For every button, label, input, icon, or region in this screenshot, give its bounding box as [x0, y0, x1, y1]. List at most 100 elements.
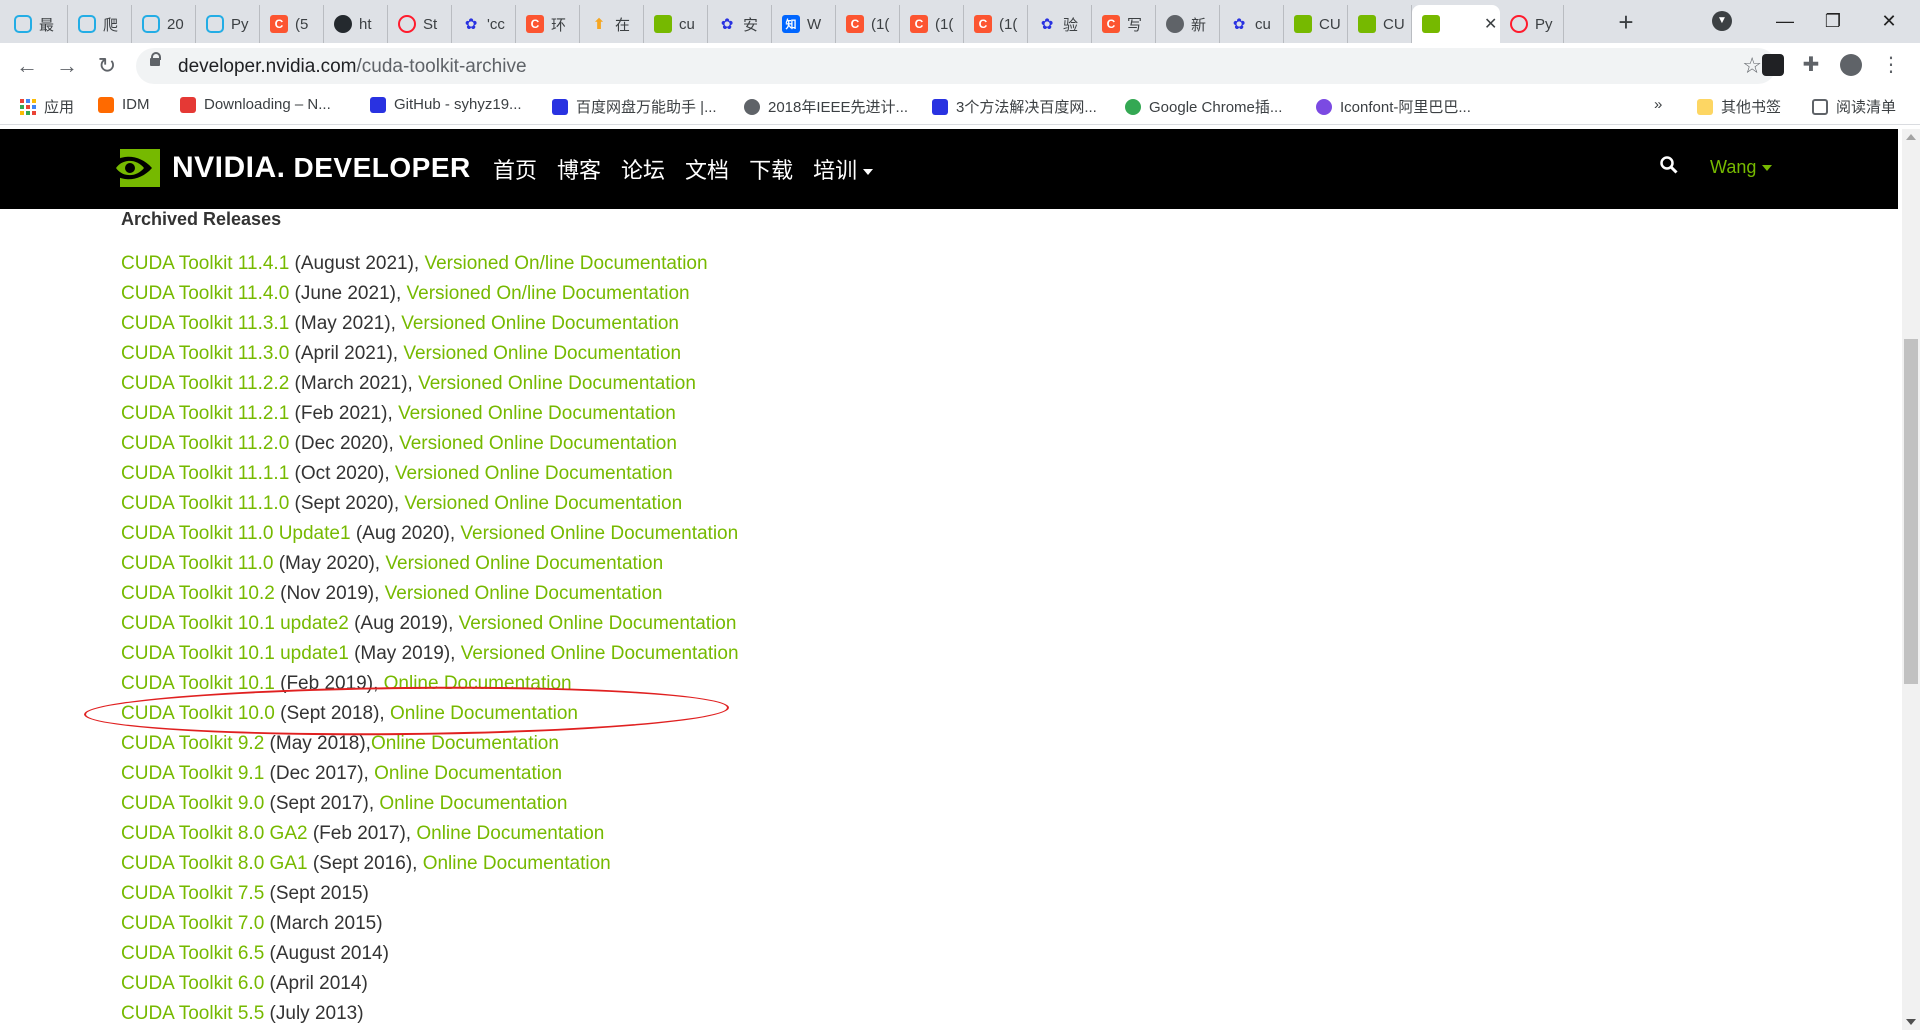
nav-training[interactable]: 培训: [813, 153, 874, 185]
nav-forum[interactable]: 论坛: [621, 153, 665, 185]
documentation-link[interactable]: Versioned Online Documentation: [385, 583, 663, 604]
lock-icon[interactable]: [150, 52, 161, 66]
toolkit-link[interactable]: CUDA Toolkit 6.5: [121, 943, 264, 964]
reading-list-button[interactable]: 阅读清单: [1812, 96, 1896, 117]
browser-tab[interactable]: C (5: [260, 5, 324, 43]
browser-tab[interactable]: 最: [4, 5, 68, 43]
close-tab-icon[interactable]: ✕: [1484, 14, 1497, 34]
toolkit-link[interactable]: CUDA Toolkit 10.2: [121, 583, 275, 604]
documentation-link[interactable]: Versioned Online Documentation: [398, 403, 676, 424]
search-icon[interactable]: [1660, 156, 1678, 174]
documentation-link[interactable]: Versioned Online Documentation: [418, 373, 696, 394]
extensions-puzzle-icon[interactable]: ✚: [1800, 54, 1822, 76]
documentation-link[interactable]: Online Documentation: [374, 763, 562, 784]
documentation-link[interactable]: Online Documentation: [379, 793, 567, 814]
documentation-link[interactable]: Versioned Online Documentation: [404, 493, 682, 514]
toolkit-link[interactable]: CUDA Toolkit 9.1: [121, 763, 264, 784]
browser-tab[interactable]: cu: [644, 5, 708, 43]
bookmark-item[interactable]: Google Chrome插...: [1125, 96, 1282, 117]
browser-tab[interactable]: 20: [132, 5, 196, 43]
browser-tab[interactable]: ✿ cu: [1220, 5, 1284, 43]
browser-tab[interactable]: 知W: [772, 5, 836, 43]
scroll-up-arrow-icon[interactable]: [1906, 134, 1916, 140]
documentation-link[interactable]: Versioned Online Documentation: [460, 523, 738, 544]
browser-tab[interactable]: CU: [1284, 5, 1348, 43]
toolkit-link[interactable]: CUDA Toolkit 11.2.2: [121, 373, 289, 394]
toolkit-link[interactable]: CUDA Toolkit 11.2.0: [121, 433, 289, 454]
browser-menu-icon[interactable]: ⋮: [1880, 54, 1902, 76]
toolkit-link[interactable]: CUDA Toolkit 11.3.0: [121, 343, 289, 364]
nav-docs[interactable]: 文档: [685, 153, 729, 185]
toolkit-link[interactable]: CUDA Toolkit 8.0 GA2: [121, 823, 308, 844]
toolkit-link[interactable]: CUDA Toolkit 11.3.1: [121, 313, 289, 334]
toolkit-link[interactable]: CUDA Toolkit 11.2.1: [121, 403, 289, 424]
toolkit-link[interactable]: CUDA Toolkit 5.5: [121, 1003, 264, 1024]
other-bookmarks-folder[interactable]: 其他书签: [1697, 96, 1781, 117]
browser-tab[interactable]: C写: [1092, 5, 1156, 43]
browser-tab[interactable]: C (1(: [836, 5, 900, 43]
documentation-link[interactable]: Versioned Online Documentation: [461, 643, 739, 664]
browser-tab[interactable]: ⬆ 在: [580, 5, 644, 43]
toolkit-link[interactable]: CUDA Toolkit 11.0 Update1: [121, 523, 351, 544]
browser-tab[interactable]: CU: [1348, 5, 1412, 43]
toolkit-link[interactable]: CUDA Toolkit 7.0: [121, 913, 264, 934]
browser-tab[interactable]: C (1(: [900, 5, 964, 43]
nav-blog[interactable]: 博客: [557, 153, 601, 185]
browser-tab[interactable]: 新: [1156, 5, 1220, 43]
browser-tab[interactable]: ht: [324, 5, 388, 43]
browser-tab[interactable]: St: [388, 5, 452, 43]
toolkit-link[interactable]: CUDA Toolkit 9.2: [121, 733, 264, 754]
forward-button[interactable]: →: [52, 51, 82, 81]
toolkit-link[interactable]: CUDA Toolkit 11.0: [121, 553, 273, 574]
nav-downloads[interactable]: 下载: [749, 153, 793, 185]
scroll-down-arrow-icon[interactable]: [1906, 1019, 1916, 1025]
toolkit-link[interactable]: CUDA Toolkit 7.5: [121, 883, 264, 904]
page-scrollbar[interactable]: [1902, 129, 1920, 1030]
bookmark-item[interactable]: 3个方法解决百度网...: [932, 96, 1097, 117]
bookmark-star-icon[interactable]: ☆: [1742, 53, 1762, 79]
nvidia-developer-logo[interactable]: NVIDIA. DEVELOPER: [106, 149, 471, 187]
documentation-link[interactable]: Versioned Online Documentation: [395, 463, 673, 484]
bookmark-item[interactable]: Iconfont-阿里巴巴...: [1316, 96, 1471, 117]
documentation-link[interactable]: Versioned Online Documentation: [385, 553, 663, 574]
browser-tab[interactable]: C环: [516, 5, 580, 43]
documentation-link[interactable]: Online Documentation: [423, 853, 611, 874]
browser-tab[interactable]: Py: [1500, 5, 1564, 43]
extension-icon[interactable]: [1762, 54, 1784, 76]
tab-active[interactable]: ✕: [1412, 5, 1500, 43]
documentation-link[interactable]: Versioned Online Documentation: [403, 343, 681, 364]
bookmark-item[interactable]: GitHub - syhyz19...: [370, 96, 522, 113]
documentation-link[interactable]: Versioned On/line Documentation: [424, 253, 707, 274]
minimize-button[interactable]: —: [1770, 8, 1800, 34]
bookmark-item[interactable]: Downloading – N...: [180, 96, 331, 113]
documentation-link[interactable]: Online Documentation: [371, 733, 559, 754]
address-bar[interactable]: developer.nvidia.com/cuda-toolkit-archiv…: [136, 48, 1776, 84]
toolkit-link[interactable]: CUDA Toolkit 8.0 GA1: [121, 853, 308, 874]
documentation-link[interactable]: Versioned Online Documentation: [459, 613, 737, 634]
toolkit-link[interactable]: CUDA Toolkit 11.1.0: [121, 493, 289, 514]
back-button[interactable]: ←: [12, 51, 42, 81]
scrollbar-thumb[interactable]: [1904, 339, 1918, 684]
user-menu[interactable]: Wang: [1710, 157, 1773, 178]
bookmarks-overflow-button[interactable]: »: [1654, 96, 1662, 113]
bookmark-item[interactable]: 应用: [20, 96, 74, 117]
documentation-link[interactable]: Online Documentation: [416, 823, 604, 844]
reload-button[interactable]: ↻: [92, 51, 122, 81]
nav-home[interactable]: 首页: [493, 153, 537, 185]
documentation-link[interactable]: Versioned On/line Documentation: [407, 283, 690, 304]
toolkit-link[interactable]: CUDA Toolkit 9.0: [121, 793, 264, 814]
toolkit-link[interactable]: CUDA Toolkit 11.1.1: [121, 463, 289, 484]
url-text[interactable]: developer.nvidia.com/cuda-toolkit-archiv…: [178, 56, 527, 78]
toolkit-link[interactable]: CUDA Toolkit 6.0: [121, 973, 264, 994]
tab-search-icon[interactable]: ▼: [1712, 11, 1732, 31]
close-window-button[interactable]: ✕: [1874, 8, 1904, 34]
browser-tab[interactable]: ✿ 安: [708, 5, 772, 43]
documentation-link[interactable]: Versioned Online Documentation: [399, 433, 677, 454]
documentation-link[interactable]: Versioned Online Documentation: [401, 313, 679, 334]
toolkit-link[interactable]: CUDA Toolkit 11.4.0: [121, 283, 289, 304]
toolkit-link[interactable]: CUDA Toolkit 11.4.1: [121, 253, 289, 274]
browser-tab[interactable]: Py: [196, 5, 260, 43]
browser-tab[interactable]: C (1(: [964, 5, 1028, 43]
toolkit-link[interactable]: CUDA Toolkit 10.1 update1: [121, 643, 349, 664]
browser-tab[interactable]: ✿ 'cc: [452, 5, 516, 43]
